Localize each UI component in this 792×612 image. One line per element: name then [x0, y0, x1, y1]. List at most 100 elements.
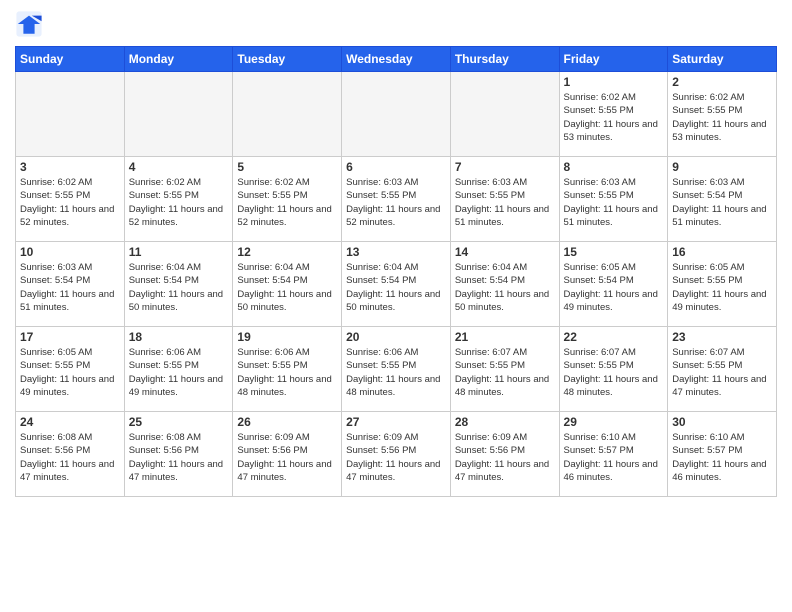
calendar-cell: 19 Sunrise: 6:06 AMSunset: 5:55 PMDayligh…: [233, 327, 342, 412]
day-number: 30: [672, 415, 772, 429]
day-info: Sunrise: 6:02 AMSunset: 5:55 PMDaylight:…: [564, 91, 664, 144]
calendar-cell: [124, 72, 233, 157]
calendar-cell: 24 Sunrise: 6:08 AMSunset: 5:56 PMDayligh…: [16, 412, 125, 497]
day-number: 17: [20, 330, 120, 344]
day-info: Sunrise: 6:07 AMSunset: 5:55 PMDaylight:…: [672, 346, 772, 399]
calendar-cell: 12Sunrise: 6:04 AMSunset: 5:54 PMDayligh…: [233, 242, 342, 327]
calendar-cell: 14Sunrise: 6:04 AMSunset: 5:54 PMDayligh…: [450, 242, 559, 327]
day-number: 5: [237, 160, 337, 174]
day-number: 28: [455, 415, 555, 429]
day-info: Sunrise: 6:04 AMSunset: 5:54 PMDaylight:…: [129, 261, 229, 314]
day-info: Sunrise: 6:09 AMSunset: 5:56 PMDaylight:…: [346, 431, 446, 484]
calendar-cell: 29 Sunrise: 6:10 AMSunset: 5:57 PMDayligh…: [559, 412, 668, 497]
day-number: 10: [20, 245, 120, 259]
day-number: 6: [346, 160, 446, 174]
day-info: Sunrise: 6:03 AMSunset: 5:55 PMDaylight:…: [346, 176, 446, 229]
calendar-cell: 2 Sunrise: 6:02 AMSunset: 5:55 PMDaylight…: [668, 72, 777, 157]
day-info: Sunrise: 6:03 AMSunset: 5:55 PMDaylight:…: [455, 176, 555, 229]
calendar-cell: 17 Sunrise: 6:05 AMSunset: 5:55 PMDayligh…: [16, 327, 125, 412]
weekday-header: Wednesday: [342, 47, 451, 72]
day-number: 11: [129, 245, 229, 259]
calendar-cell: 28 Sunrise: 6:09 AMSunset: 5:56 PMDayligh…: [450, 412, 559, 497]
day-info: Sunrise: 6:03 AMSunset: 5:54 PMDaylight:…: [20, 261, 120, 314]
day-info: Sunrise: 6:05 AMSunset: 5:55 PMDaylight:…: [672, 261, 772, 314]
calendar-cell: 18Sunrise: 6:06 AMSunset: 5:55 PMDayligh…: [124, 327, 233, 412]
calendar-cell: 26 Sunrise: 6:09 AMSunset: 5:56 PMDayligh…: [233, 412, 342, 497]
page: SundayMondayTuesdayWednesdayThursdayFrid…: [0, 0, 792, 612]
calendar-cell: 20 Sunrise: 6:06 AMSunset: 5:55 PMDayligh…: [342, 327, 451, 412]
day-number: 18: [129, 330, 229, 344]
day-number: 19: [237, 330, 337, 344]
calendar-cell: 15Sunrise: 6:05 AMSunset: 5:54 PMDayligh…: [559, 242, 668, 327]
weekday-header: Monday: [124, 47, 233, 72]
day-info: Sunrise: 6:10 AMSunset: 5:57 PMDaylight:…: [672, 431, 772, 484]
day-number: 7: [455, 160, 555, 174]
day-info: Sunrise: 6:08 AMSunset: 5:56 PMDaylight:…: [129, 431, 229, 484]
logo-icon: [15, 10, 43, 38]
day-info: Sunrise: 6:06 AMSunset: 5:55 PMDaylight:…: [237, 346, 337, 399]
day-number: 27: [346, 415, 446, 429]
day-number: 14: [455, 245, 555, 259]
day-info: Sunrise: 6:07 AMSunset: 5:55 PMDaylight:…: [455, 346, 555, 399]
calendar-cell: 25 Sunrise: 6:08 AMSunset: 5:56 PMDayligh…: [124, 412, 233, 497]
day-info: Sunrise: 6:02 AMSunset: 5:55 PMDaylight:…: [20, 176, 120, 229]
day-number: 12: [237, 245, 337, 259]
day-number: 2: [672, 75, 772, 89]
day-number: 24: [20, 415, 120, 429]
day-info: Sunrise: 6:07 AMSunset: 5:55 PMDaylight:…: [564, 346, 664, 399]
calendar-week-row: 17 Sunrise: 6:05 AMSunset: 5:55 PMDayligh…: [16, 327, 777, 412]
weekday-header: Tuesday: [233, 47, 342, 72]
calendar-cell: 4 Sunrise: 6:02 AMSunset: 5:55 PMDaylight…: [124, 157, 233, 242]
header: [15, 10, 777, 38]
calendar-cell: 6 Sunrise: 6:03 AMSunset: 5:55 PMDaylight…: [342, 157, 451, 242]
calendar-cell: 23 Sunrise: 6:07 AMSunset: 5:55 PMDayligh…: [668, 327, 777, 412]
day-info: Sunrise: 6:08 AMSunset: 5:56 PMDaylight:…: [20, 431, 120, 484]
calendar-cell: 1 Sunrise: 6:02 AMSunset: 5:55 PMDaylight…: [559, 72, 668, 157]
calendar-cell: 5 Sunrise: 6:02 AMSunset: 5:55 PMDaylight…: [233, 157, 342, 242]
calendar-cell: [233, 72, 342, 157]
day-number: 22: [564, 330, 664, 344]
calendar-cell: [342, 72, 451, 157]
calendar-cell: 22 Sunrise: 6:07 AMSunset: 5:55 PMDayligh…: [559, 327, 668, 412]
day-info: Sunrise: 6:10 AMSunset: 5:57 PMDaylight:…: [564, 431, 664, 484]
day-number: 29: [564, 415, 664, 429]
weekday-header: Sunday: [16, 47, 125, 72]
day-number: 4: [129, 160, 229, 174]
calendar-cell: [16, 72, 125, 157]
day-number: 9: [672, 160, 772, 174]
day-info: Sunrise: 6:02 AMSunset: 5:55 PMDaylight:…: [129, 176, 229, 229]
day-info: Sunrise: 6:06 AMSunset: 5:55 PMDaylight:…: [346, 346, 446, 399]
day-info: Sunrise: 6:09 AMSunset: 5:56 PMDaylight:…: [237, 431, 337, 484]
calendar-cell: [450, 72, 559, 157]
day-number: 20: [346, 330, 446, 344]
day-number: 13: [346, 245, 446, 259]
calendar-cell: 8Sunrise: 6:03 AMSunset: 5:55 PMDaylight…: [559, 157, 668, 242]
calendar-cell: 9 Sunrise: 6:03 AMSunset: 5:54 PMDaylight…: [668, 157, 777, 242]
calendar-week-row: 10 Sunrise: 6:03 AMSunset: 5:54 PMDayligh…: [16, 242, 777, 327]
day-number: 3: [20, 160, 120, 174]
weekday-header: Friday: [559, 47, 668, 72]
weekday-header-row: SundayMondayTuesdayWednesdayThursdayFrid…: [16, 47, 777, 72]
calendar-week-row: 1 Sunrise: 6:02 AMSunset: 5:55 PMDaylight…: [16, 72, 777, 157]
day-number: 8: [564, 160, 664, 174]
calendar-cell: 27 Sunrise: 6:09 AMSunset: 5:56 PMDayligh…: [342, 412, 451, 497]
day-number: 16: [672, 245, 772, 259]
day-info: Sunrise: 6:02 AMSunset: 5:55 PMDaylight:…: [237, 176, 337, 229]
day-info: Sunrise: 6:05 AMSunset: 5:55 PMDaylight:…: [20, 346, 120, 399]
day-number: 26: [237, 415, 337, 429]
day-info: Sunrise: 6:02 AMSunset: 5:55 PMDaylight:…: [672, 91, 772, 144]
day-number: 1: [564, 75, 664, 89]
calendar-cell: 21 Sunrise: 6:07 AMSunset: 5:55 PMDayligh…: [450, 327, 559, 412]
day-info: Sunrise: 6:03 AMSunset: 5:54 PMDaylight:…: [672, 176, 772, 229]
calendar-cell: 10 Sunrise: 6:03 AMSunset: 5:54 PMDayligh…: [16, 242, 125, 327]
logo: [15, 10, 47, 38]
calendar-week-row: 24 Sunrise: 6:08 AMSunset: 5:56 PMDayligh…: [16, 412, 777, 497]
day-info: Sunrise: 6:09 AMSunset: 5:56 PMDaylight:…: [455, 431, 555, 484]
calendar-cell: 30 Sunrise: 6:10 AMSunset: 5:57 PMDayligh…: [668, 412, 777, 497]
day-number: 25: [129, 415, 229, 429]
calendar-cell: 7 Sunrise: 6:03 AMSunset: 5:55 PMDaylight…: [450, 157, 559, 242]
calendar-cell: 3 Sunrise: 6:02 AMSunset: 5:55 PMDaylight…: [16, 157, 125, 242]
day-number: 21: [455, 330, 555, 344]
day-number: 23: [672, 330, 772, 344]
calendar-cell: 11 Sunrise: 6:04 AMSunset: 5:54 PMDayligh…: [124, 242, 233, 327]
